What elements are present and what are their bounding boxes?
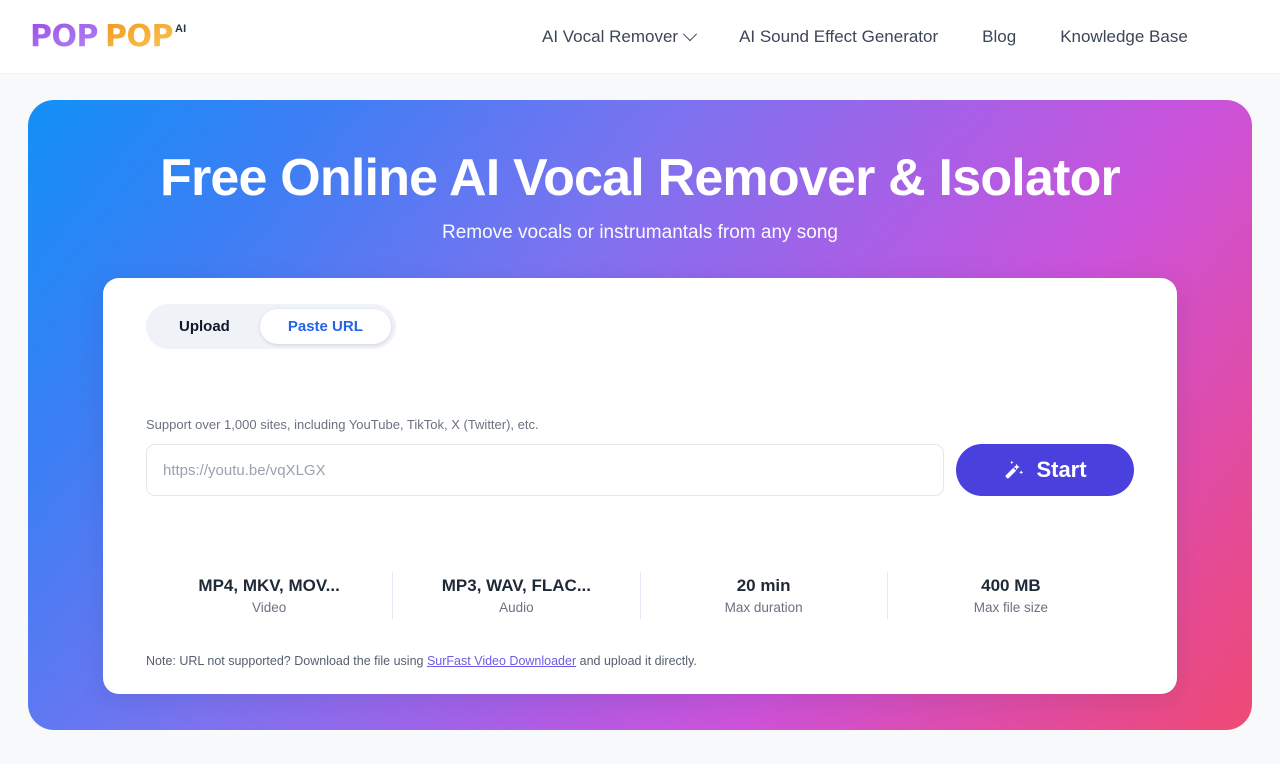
logo-word-one: POP bbox=[30, 18, 98, 54]
spec-value: MP3, WAV, FLAC... bbox=[441, 576, 591, 596]
fallback-note: Note: URL not supported? Download the fi… bbox=[146, 654, 1134, 668]
magic-wand-icon bbox=[1003, 459, 1025, 481]
spec-label: Video bbox=[251, 600, 287, 616]
fallback-note-prefix: Note: URL not supported? Download the fi… bbox=[146, 654, 427, 669]
main-navigation: AI Vocal Remover AI Sound Effect Generat… bbox=[520, 21, 1210, 53]
source-tab-group: Upload Paste URL bbox=[146, 304, 396, 350]
tab-paste-url[interactable]: Paste URL bbox=[259, 309, 391, 345]
spec-max-file-size: 400 MB Max file size bbox=[886, 572, 1134, 620]
spec-value: 20 min bbox=[736, 576, 791, 596]
tab-upload[interactable]: Upload bbox=[151, 309, 258, 344]
page-title: Free Online AI Vocal Remover & Isolator bbox=[160, 149, 1121, 207]
spec-value: 400 MB bbox=[981, 576, 1041, 596]
supported-sites-note: Support over 1,000 sites, including YouT… bbox=[146, 417, 539, 433]
hero-banner: Free Online AI Vocal Remover & Isolator … bbox=[28, 100, 1252, 731]
spec-audio: MP3, WAV, FLAC... Audio bbox=[392, 572, 639, 620]
nav-item-label: AI Sound Effect Generator bbox=[739, 26, 939, 46]
nav-item-blog[interactable]: Blog bbox=[960, 21, 1038, 53]
logo-ai-suffix: AI bbox=[174, 22, 187, 35]
nav-item-ai-vocal-remover[interactable]: AI Vocal Remover bbox=[520, 21, 717, 53]
logo-word-two: POP bbox=[104, 18, 173, 54]
url-input-row: Start bbox=[146, 444, 1134, 497]
spec-value: MP4, MKV, MOV... bbox=[198, 576, 340, 596]
spec-label: Audio bbox=[499, 600, 534, 616]
site-header: POP POP AI AI Vocal Remover AI Sound Eff… bbox=[0, 0, 1280, 74]
spec-max-duration: 20 min Max duration bbox=[639, 572, 887, 620]
nav-item-label: Knowledge Base bbox=[1060, 26, 1188, 46]
spec-label: Max duration bbox=[724, 600, 803, 616]
surfast-video-downloader-link[interactable]: SurFast Video Downloader bbox=[427, 654, 576, 668]
start-button[interactable]: Start bbox=[956, 444, 1134, 497]
upload-panel: Upload Paste URL Support over 1,000 site… bbox=[103, 278, 1177, 695]
chevron-down-icon bbox=[682, 26, 698, 41]
nav-item-ai-sound-effect-generator[interactable]: AI Sound Effect Generator bbox=[717, 21, 960, 53]
brand-logo[interactable]: POP POP AI bbox=[30, 18, 187, 54]
nav-item-label: AI Vocal Remover bbox=[542, 26, 679, 46]
url-input-section: Support over 1,000 sites, including YouT… bbox=[146, 417, 1134, 497]
spec-video: MP4, MKV, MOV... Video bbox=[146, 572, 392, 619]
start-button-label: Start bbox=[1036, 457, 1087, 483]
nav-item-knowledge-base[interactable]: Knowledge Base bbox=[1038, 21, 1210, 53]
hero-section-wrapper: Free Online AI Vocal Remover & Isolator … bbox=[0, 74, 1280, 731]
fallback-note-suffix: and upload it directly. bbox=[576, 654, 697, 669]
nav-item-label: Blog bbox=[982, 26, 1017, 46]
spec-label: Max file size bbox=[973, 600, 1049, 616]
specs-row: MP4, MKV, MOV... Video MP3, WAV, FLAC...… bbox=[146, 572, 1134, 620]
url-input[interactable] bbox=[146, 444, 944, 497]
page-subtitle: Remove vocals or instrumantals from any … bbox=[442, 222, 838, 244]
